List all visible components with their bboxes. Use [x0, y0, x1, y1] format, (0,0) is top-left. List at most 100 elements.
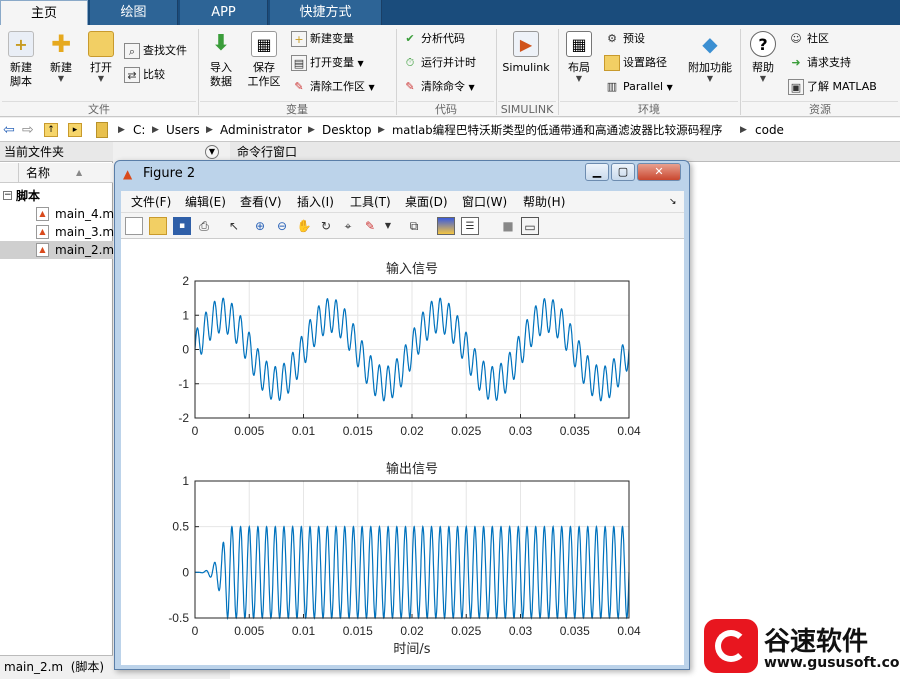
- list-item[interactable]: ▲ main_4.m: [0, 205, 114, 223]
- tab-shortcuts[interactable]: 快捷方式: [270, 0, 382, 25]
- path-segment[interactable]: C:: [133, 118, 145, 142]
- address-bar: ⇦ ⇨ ↑ ▸ ▶ C: ▶ Users ▶ Administrator ▶ D…: [0, 118, 900, 142]
- menu-window[interactable]: 窗口(W): [462, 191, 507, 213]
- current-folder-title: 当前文件夹: [4, 145, 65, 159]
- compare-button[interactable]: ⇄ 比较: [124, 67, 165, 83]
- tab-plots[interactable]: 绘图: [90, 0, 178, 25]
- open-button[interactable]: 打开 ▼: [84, 31, 118, 83]
- x-tick-label: 0.04: [617, 424, 641, 438]
- back-arrow-icon[interactable]: ⇦: [3, 118, 15, 142]
- menu-view[interactable]: 查看(V): [240, 191, 282, 213]
- figure-title-bar[interactable]: ▲ Figure 2 ▁ ▢ ✕: [115, 161, 689, 187]
- menu-edit[interactable]: 编辑(E): [185, 191, 226, 213]
- menu-desktop[interactable]: 桌面(D): [405, 191, 448, 213]
- path-segment[interactable]: Desktop: [322, 118, 372, 142]
- clear-workspace-label: 清除工作区: [310, 80, 365, 93]
- help-label: 帮助: [752, 61, 774, 74]
- addons-button[interactable]: ◆ 附加功能 ▼: [684, 31, 736, 83]
- separator: [740, 29, 741, 115]
- analyze-code-button[interactable]: ✔ 分析代码: [402, 31, 465, 47]
- path-segment[interactable]: code: [755, 118, 784, 142]
- import-data-button[interactable]: ⬇ 导入 数据: [203, 31, 239, 89]
- rotate-icon[interactable]: ↻: [317, 217, 335, 235]
- panel-actions-icon[interactable]: ▼: [205, 145, 219, 159]
- parallel-button[interactable]: ▥ Parallel ▼: [604, 79, 673, 96]
- save-workspace-label: 保存 工作区: [247, 61, 281, 88]
- menu-help[interactable]: 帮助(H): [523, 191, 565, 213]
- legend-icon[interactable]: ☰: [461, 217, 479, 235]
- matlab-file-icon: ▲: [36, 225, 49, 239]
- x-tick-label: 0.015: [343, 424, 373, 438]
- colorbar-icon[interactable]: [437, 217, 455, 235]
- watermark: 谷速软件 www.gususoft.com: [700, 615, 900, 679]
- find-files-button[interactable]: ⌕ 查找文件: [124, 43, 187, 59]
- maximize-icon[interactable]: ▢: [611, 163, 635, 181]
- open-icon[interactable]: [149, 217, 167, 235]
- figure-canvas: 0 0.005 0.01 0.015 0.02 0.025 0.03 0.035 0.04 2 1 0…: [121, 239, 684, 665]
- brush-icon[interactable]: ✎: [361, 217, 379, 235]
- new-figure-icon[interactable]: [125, 217, 143, 235]
- layout-button[interactable]: ▦ 布局 ▼: [562, 31, 596, 83]
- tree-group[interactable]: − 脚本: [0, 187, 113, 205]
- dock-arrow-icon[interactable]: ↘: [669, 191, 677, 213]
- chevron-down-icon: ▼: [468, 83, 475, 92]
- set-path-label: 设置路径: [623, 56, 667, 69]
- datatip-icon[interactable]: ⌖: [339, 217, 357, 235]
- x-tick-label: 0.035: [560, 424, 590, 438]
- print-icon[interactable]: ⎙: [195, 217, 213, 235]
- hide-tools-icon[interactable]: ■: [499, 217, 517, 235]
- preferences-button[interactable]: ⚙ 预设: [604, 31, 645, 47]
- menu-file[interactable]: 文件(F): [131, 191, 171, 213]
- tab-apps[interactable]: APP: [180, 0, 268, 25]
- save-workspace-button[interactable]: ▦ 保存 工作区: [244, 31, 284, 89]
- separator: [396, 29, 397, 115]
- y-tick-label: 2: [182, 274, 189, 288]
- new-script-button[interactable]: + 新建 脚本: [4, 31, 38, 89]
- x-tick-label: 0.005: [234, 624, 264, 638]
- simulink-label: Simulink: [502, 61, 550, 74]
- x-tick-label: 0.025: [451, 624, 481, 638]
- show-tools-icon[interactable]: ▭: [521, 217, 539, 235]
- close-icon[interactable]: ✕: [637, 163, 681, 181]
- command-window-title: 命令行窗口: [237, 145, 298, 159]
- y-tick-label: 1: [182, 474, 189, 488]
- pointer-icon[interactable]: ↖: [225, 217, 243, 235]
- group-label-file: 文件: [2, 101, 196, 116]
- layout-label: 布局: [568, 61, 590, 74]
- new-button[interactable]: ✚ 新建 ▼: [44, 31, 78, 83]
- list-item[interactable]: ▲ main_3.m: [0, 223, 114, 241]
- minimize-icon[interactable]: ▁: [585, 163, 609, 181]
- run-and-time-button[interactable]: ⏱ 运行并计时: [402, 55, 476, 71]
- new-variable-button[interactable]: + 新建变量: [291, 31, 354, 47]
- menu-insert[interactable]: 插入(I): [297, 191, 334, 213]
- zoom-in-icon[interactable]: ⊕: [251, 217, 269, 235]
- set-path-button[interactable]: 设置路径: [604, 55, 667, 71]
- chevron-down-icon[interactable]: ▼: [379, 217, 397, 235]
- clear-commands-button[interactable]: ✎ 清除命令 ▼: [402, 79, 475, 96]
- path-segment[interactable]: Users: [166, 118, 200, 142]
- clear-workspace-icon: ✎: [294, 80, 304, 93]
- collapse-icon[interactable]: −: [3, 191, 12, 200]
- tab-home[interactable]: 主页: [0, 0, 88, 25]
- clear-workspace-button[interactable]: ✎ 清除工作区 ▼: [291, 79, 374, 96]
- link-icon[interactable]: ⧉: [405, 217, 423, 235]
- pan-icon[interactable]: ✋: [295, 217, 313, 235]
- path-segment[interactable]: Administrator: [220, 118, 302, 142]
- menu-tools[interactable]: 工具(T): [350, 191, 391, 213]
- open-variable-button[interactable]: ▤ 打开变量 ▼: [291, 55, 364, 72]
- simulink-button[interactable]: ▶ Simulink: [500, 31, 552, 75]
- folder-icon: [604, 55, 620, 71]
- x-tick-label: 0.025: [451, 424, 481, 438]
- zoom-out-icon[interactable]: ⊖: [273, 217, 291, 235]
- column-header[interactable]: 名称 ▲: [0, 163, 113, 183]
- forward-arrow-icon[interactable]: ⇨: [22, 118, 34, 142]
- learn-matlab-button[interactable]: ▣ 了解 MATLAB: [788, 79, 877, 95]
- list-item-selected[interactable]: ▲ main_2.m: [0, 241, 114, 259]
- up-folder-icon[interactable]: ↑: [44, 123, 58, 137]
- community-button[interactable]: ☺ 社区: [788, 31, 829, 47]
- save-icon[interactable]: ▪: [173, 217, 191, 235]
- path-segment[interactable]: matlab编程巴特沃斯类型的低通带通和高通滤波器比较源码程序: [392, 118, 722, 142]
- browse-folder-icon[interactable]: ▸: [68, 123, 82, 137]
- help-button[interactable]: ? 帮助 ▼: [746, 31, 780, 83]
- request-support-button[interactable]: ➜ 请求支持: [788, 55, 851, 71]
